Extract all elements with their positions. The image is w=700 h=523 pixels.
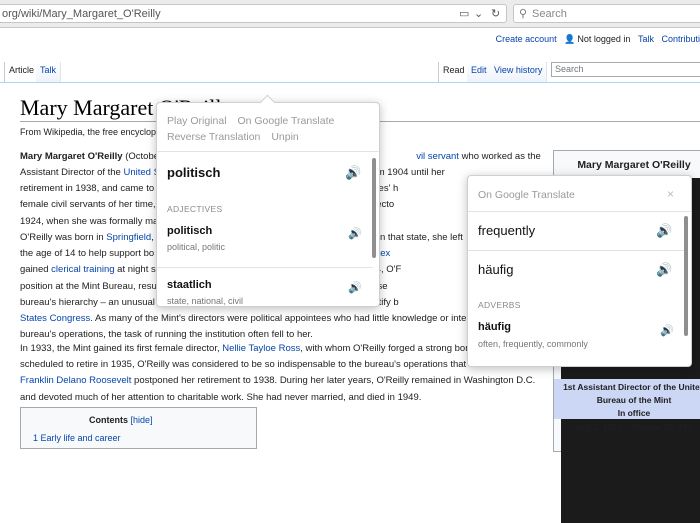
article-line: and devoted much of her attention to cha… — [20, 390, 421, 406]
article-line: Franklin Delano Roosevelt postponed her … — [20, 373, 535, 389]
article-text: gained — [20, 264, 52, 276]
article-text: in that state, she left — [377, 232, 463, 243]
google-translate-link[interactable]: On Google Translate — [478, 189, 575, 201]
divider — [468, 250, 684, 251]
article-link[interactable]: States Congress — [20, 313, 90, 324]
play-original-link[interactable]: Play Original — [167, 115, 227, 127]
toc-item[interactable]: 1 Early life and career — [33, 433, 121, 443]
toc-title: Contents — [89, 415, 128, 425]
search-placeholder: Search — [532, 8, 567, 20]
close-icon[interactable]: × — [667, 187, 674, 201]
speaker-icon[interactable]: 🔊 — [656, 262, 672, 278]
url-text: org/wiki/Mary_Margaret_O'Reilly — [2, 8, 161, 20]
article-link[interactable]: clerical training — [51, 264, 114, 275]
address-bar[interactable]: org/wiki/Mary_Margaret_O'Reilly ▭ ⌄ ↻ — [0, 4, 507, 23]
article-link[interactable]: vil servant — [416, 151, 459, 162]
article-link[interactable]: Nellie Tayloe Ross — [222, 343, 300, 354]
article-subject: Mary Margaret O'Reilly — [20, 151, 123, 162]
infobox-title: Mary Margaret O'Reilly — [577, 159, 691, 171]
article-line: In 1933, the Mint gained its first femal… — [20, 341, 471, 357]
speaker-icon[interactable]: 🔊 — [345, 165, 361, 181]
article-text: female civil servants of her time, — [20, 199, 156, 211]
article-text: at night s — [114, 264, 156, 276]
tab-read[interactable]: Read — [438, 62, 470, 82]
article-text: , with whom O'Reilly forged a strong bon — [300, 343, 471, 354]
search-icon: ⚲ — [519, 8, 528, 20]
translated-phrase: häufig — [478, 262, 514, 277]
article-text: bureau's operations, the task of running… — [20, 329, 313, 341]
article-text: and devoted much of her attention to cha… — [20, 391, 422, 403]
not-logged-in-text: Not logged in — [577, 34, 631, 44]
article-text: retirement in 1938, and came to — [20, 183, 155, 195]
bookmark-icon[interactable]: ⌄ — [474, 7, 483, 20]
caption-line-1: 1st Assistant Director of the United — [563, 382, 700, 392]
article-text: . As many of the Mint's directors were p… — [90, 313, 467, 324]
divider — [157, 267, 373, 268]
speaker-icon[interactable]: 🔊 — [656, 223, 672, 239]
article-text: postponed her retirement to 1938. During… — [131, 375, 536, 387]
tagline: From Wikipedia, the free encyclope — [20, 127, 162, 137]
popup-scrollbar[interactable] — [684, 216, 688, 336]
tab-edit[interactable]: Edit — [467, 62, 492, 82]
entry-word: staatlich — [167, 279, 212, 291]
tab-talk[interactable]: Talk — [36, 62, 62, 82]
speaker-icon[interactable]: 🔊 — [348, 281, 362, 294]
article-line: scheduled to retire in 1935, O'Reilly wa… — [20, 357, 466, 373]
article-text: 1924, when she was formally ma — [20, 215, 159, 227]
infobox-dates: July 1, 1924 – October 29, 193 — [575, 422, 693, 432]
article-link[interactable]: United S — [123, 167, 159, 178]
translate-popup-frequently: On Google Translate × frequently 🔊 häufi… — [467, 175, 692, 367]
reader-icon[interactable]: ▭ — [459, 7, 469, 20]
section-label: ADVERBS — [478, 300, 521, 310]
article-line: 1924, when she was formally ma — [20, 214, 158, 230]
section-label: ADJECTIVES — [167, 204, 223, 214]
article-text: O'Reilly was born in — [20, 232, 107, 243]
article-line: States Congress. As many of the Mint's d… — [20, 311, 466, 327]
entry-synonyms: political, politic — [167, 242, 226, 252]
wiki-search-input[interactable]: Search — [551, 62, 700, 77]
article-text: Assistant Director of the — [20, 167, 124, 178]
caption-line-2: Bureau of the Mint — [596, 395, 672, 405]
tab-article[interactable]: Article — [4, 62, 40, 82]
divider — [468, 211, 691, 212]
reload-icon[interactable]: ↻ — [491, 7, 500, 20]
article-text: bureau's hierarchy – an unusual — [20, 296, 155, 308]
entry-word: politisch — [167, 225, 213, 237]
browser-search-field[interactable]: ⚲ Search — [513, 4, 700, 23]
browser-toolbar: org/wiki/Mary_Margaret_O'Reilly ▭ ⌄ ↻ ⚲ … — [0, 0, 700, 28]
reverse-translation-link[interactable]: Reverse Translation — [167, 131, 260, 143]
google-translate-link[interactable]: On Google Translate — [237, 115, 334, 127]
divider — [157, 151, 379, 152]
contributions-link[interactable]: Contributi — [661, 34, 700, 44]
entry-synonyms: state, national, civil — [167, 296, 244, 306]
article-text: In 1933, the Mint gained its first femal… — [20, 343, 223, 354]
unpin-link[interactable]: Unpin — [271, 131, 298, 143]
toc-hide-link[interactable]: [hide] — [131, 415, 153, 425]
article-link[interactable]: Springfield — [106, 232, 151, 243]
user-icon: 👤 — [564, 34, 576, 44]
infobox-office: In office — [617, 408, 651, 418]
article-text: scheduled to retire in 1935, O'Reilly wa… — [20, 359, 467, 371]
article-text: who worked as the — [458, 151, 541, 162]
speaker-icon[interactable]: 🔊 — [660, 324, 674, 337]
table-of-contents: Contents [hide] 1 Early life and career — [20, 407, 257, 449]
article-text: , — [151, 232, 154, 243]
translated-word: politisch — [167, 165, 221, 180]
create-account-link[interactable]: Create account — [496, 34, 557, 44]
popup-scrollbar[interactable] — [372, 158, 376, 258]
tab-view-history[interactable]: View history — [490, 62, 548, 82]
entry-word: häufig — [478, 321, 511, 333]
article-text: the age of 14 to help support bo — [20, 248, 155, 260]
translate-popup-politisch: Play Original On Google Translate Revers… — [156, 94, 380, 307]
talk-link[interactable]: Talk — [638, 34, 654, 44]
article-text: position at the Mint Bureau, resu — [20, 280, 157, 292]
personal-tools: Create account 👤 Not logged in Talk Contr… — [491, 34, 700, 45]
article-link[interactable]: Franklin Delano Roosevelt — [20, 375, 131, 386]
source-phrase: frequently — [478, 223, 536, 238]
speaker-icon[interactable]: 🔊 — [348, 227, 362, 240]
entry-synonyms: often, frequently, commonly — [478, 339, 588, 349]
